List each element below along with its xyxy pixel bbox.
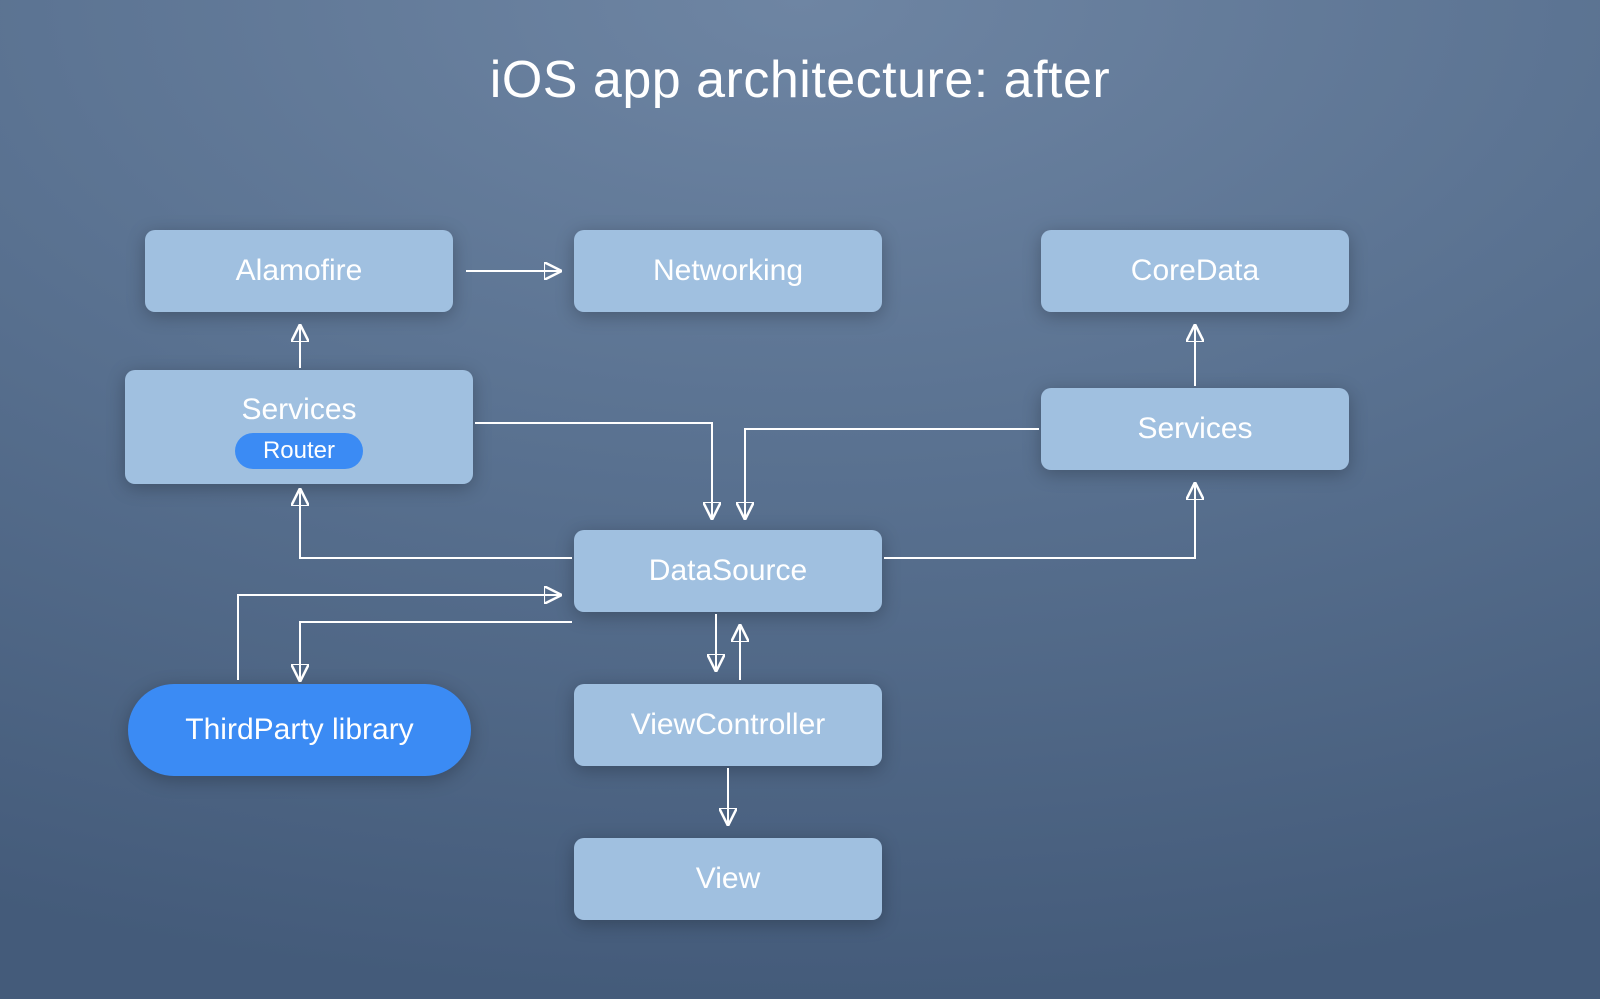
node-coredata: CoreData bbox=[1041, 230, 1349, 312]
node-label: Networking bbox=[653, 254, 803, 288]
node-datasource: DataSource bbox=[574, 530, 882, 612]
node-thirdparty: ThirdParty library bbox=[128, 684, 471, 776]
node-services-left: Services Router bbox=[125, 370, 473, 484]
node-label: ViewController bbox=[631, 708, 826, 742]
node-view: View bbox=[574, 838, 882, 920]
node-label: CoreData bbox=[1131, 254, 1259, 288]
node-viewcontroller: ViewController bbox=[574, 684, 882, 766]
node-services-right: Services bbox=[1041, 388, 1349, 470]
node-label: Services bbox=[1137, 412, 1252, 446]
router-pill: Router bbox=[235, 433, 363, 469]
node-label: Services bbox=[241, 393, 356, 427]
diagram-canvas: Alamofire Networking CoreData Services R… bbox=[0, 0, 1600, 999]
node-networking: Networking bbox=[574, 230, 882, 312]
node-label: DataSource bbox=[649, 554, 807, 588]
node-alamofire: Alamofire bbox=[145, 230, 453, 312]
node-label: ThirdParty library bbox=[185, 713, 413, 747]
node-label: View bbox=[696, 862, 760, 896]
node-label: Alamofire bbox=[236, 254, 363, 288]
